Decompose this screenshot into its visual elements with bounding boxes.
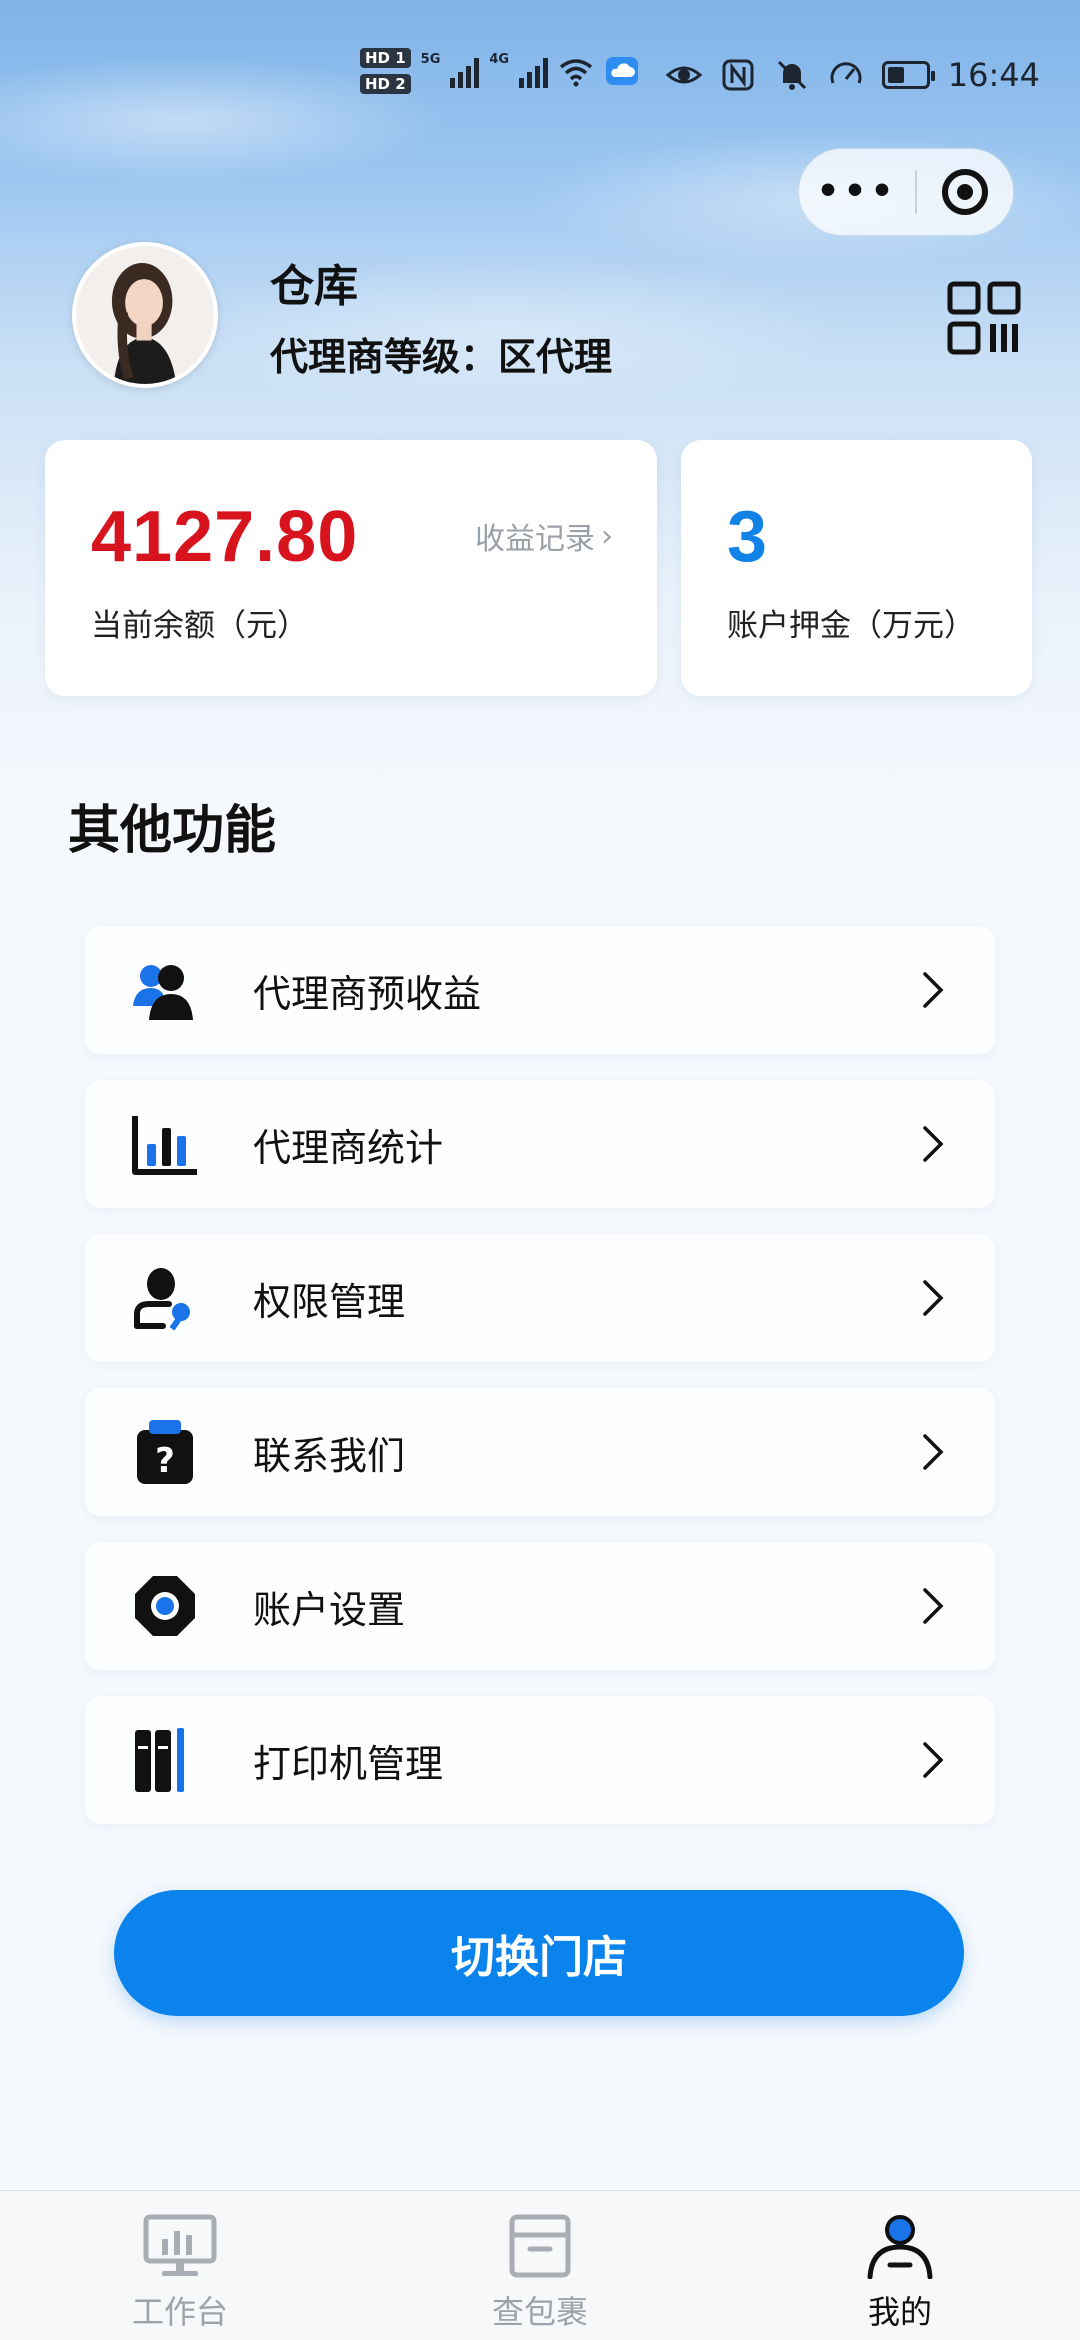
balance-card: 4127.80 当前余额（元） 收益记录 › [45, 440, 657, 696]
more-options-button[interactable]: ••• [799, 148, 915, 236]
printer-binders-icon [129, 1724, 201, 1796]
mute-icon [777, 60, 806, 90]
menu-item-label: 代理商统计 [253, 1125, 444, 1170]
network-4g-label: 4G [489, 52, 510, 67]
menu-item-agent-statistics[interactable]: 代理商统计 [85, 1080, 995, 1208]
tab-check-package[interactable]: 查包裹 [360, 2191, 720, 2340]
store-name: 仓库 [270, 261, 358, 312]
earnings-record-label: 收益记录 [475, 522, 595, 557]
menu-item-agent-pre-earnings[interactable]: 代理商预收益 [85, 926, 995, 1054]
svg-text:?: ? [155, 1441, 175, 1481]
menu-item-label: 代理商预收益 [253, 971, 482, 1016]
qr-code-icon[interactable] [946, 280, 1022, 356]
person-icon [867, 2215, 933, 2279]
miniapp-capsule: ••• [798, 148, 1014, 236]
menu-item-label: 联系我们 [253, 1433, 406, 1478]
menu-item-label: 权限管理 [253, 1279, 406, 1324]
status-time: 16:44 [947, 56, 1040, 94]
box-icon [509, 2214, 571, 2278]
user-key-icon [129, 1262, 201, 1334]
menu-item-account-settings[interactable]: 账户设置 [85, 1542, 995, 1670]
status-left: HD 1 HD 2 5G 4G [360, 48, 640, 94]
chevron-right-icon [923, 1126, 944, 1162]
balance-label: 当前余额（元） [91, 608, 308, 644]
speed-icon [830, 62, 862, 84]
tab-label: 工作台 [131, 2293, 228, 2331]
menu-item-printer-management[interactable]: 打印机管理 [85, 1696, 995, 1824]
cloud-icon [606, 57, 639, 85]
status-right: 16:44 [665, 56, 1040, 94]
network-5g-label: 5G [420, 52, 441, 67]
tab-mine[interactable]: 我的 [720, 2191, 1080, 2340]
signal-icon [450, 54, 480, 88]
chevron-right-icon: › [601, 518, 613, 554]
bar-chart-icon [129, 1108, 201, 1180]
help-clipboard-icon: ? [129, 1416, 201, 1488]
eye-icon [665, 66, 702, 84]
hd2-badge: HD 2 [360, 74, 411, 94]
tab-label: 我的 [867, 2293, 932, 2331]
tab-label: 查包裹 [491, 2293, 588, 2331]
menu-item-label: 账户设置 [253, 1587, 406, 1632]
avatar-photo [76, 246, 214, 384]
chevron-right-icon [923, 972, 944, 1008]
menu-item-permission-management[interactable]: 权限管理 [85, 1234, 995, 1362]
users-icon [129, 954, 201, 1026]
settings-icon [129, 1570, 201, 1642]
menu-item-label: 打印机管理 [253, 1741, 444, 1786]
chevron-right-icon [923, 1588, 944, 1624]
hd-indicators: HD 1 HD 2 [360, 48, 411, 94]
target-icon [942, 169, 988, 215]
earnings-record-link[interactable]: 收益记录 › [475, 514, 613, 558]
monitor-icon [143, 2214, 217, 2276]
chevron-right-icon [923, 1742, 944, 1778]
signal-icon [519, 54, 549, 88]
balance-value: 4127.80 [91, 497, 359, 577]
hd1-badge: HD 1 [360, 48, 411, 68]
deposit-label: 账户押金（万元） [727, 608, 975, 644]
chevron-right-icon [923, 1280, 944, 1316]
agent-level: 代理商等级：区代理 [270, 335, 613, 379]
function-menu: 代理商预收益 代理商统计 权限管理 ? 联系我们 账户设置 打印机管理 [85, 926, 995, 1850]
status-bar: HD 1 HD 2 5G 4G 16:44 [0, 0, 1080, 150]
tab-workbench[interactable]: 工作台 [0, 2191, 360, 2340]
close-miniapp-button[interactable] [917, 169, 1013, 215]
tab-bar: 工作台 查包裹 我的 [0, 2190, 1080, 2340]
deposit-card: 3 账户押金（万元） [681, 440, 1032, 696]
wifi-icon [560, 59, 593, 87]
section-title: 其他功能 [68, 801, 277, 861]
menu-item-contact-us[interactable]: ? 联系我们 [85, 1388, 995, 1516]
avatar[interactable] [72, 242, 218, 388]
switch-store-button[interactable]: 切换门店 [114, 1890, 964, 2016]
deposit-value: 3 [727, 497, 768, 577]
nfc-icon [722, 59, 754, 91]
chevron-right-icon [923, 1434, 944, 1470]
battery-icon [881, 61, 935, 89]
